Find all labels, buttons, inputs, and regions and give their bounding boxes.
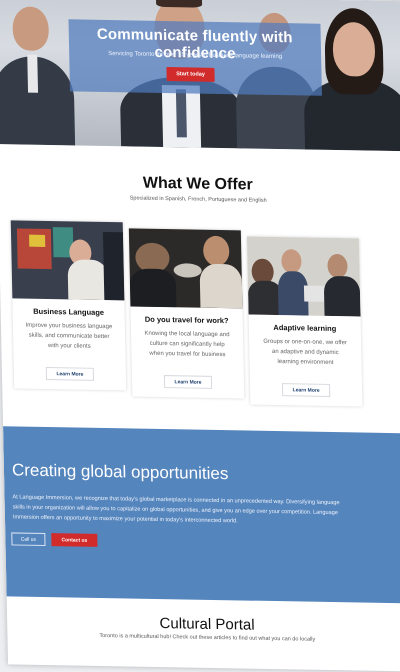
card-title: Business Language	[33, 306, 105, 317]
card-image-business	[10, 220, 125, 301]
card-title: Adaptive learning	[273, 322, 337, 334]
card-image-travel	[128, 228, 243, 309]
global-opportunities-section: Creating global opportunities At Languag…	[3, 426, 400, 604]
hero-person-left	[0, 0, 76, 146]
contact-us-button[interactable]: Contact us	[51, 533, 98, 547]
call-us-button[interactable]: Call us	[11, 532, 46, 547]
card-description: Knowing the local language and culture c…	[144, 330, 230, 359]
global-title: Creating global opportunities	[11, 460, 229, 484]
learn-more-button[interactable]: Learn More	[163, 375, 213, 389]
offer-card-adaptive: Adaptive learning Groups or one-on-one, …	[246, 236, 363, 407]
card-description: Improve your business language skills, a…	[25, 322, 113, 350]
landing-page: Communicate fluently with confidence Ser…	[0, 0, 400, 672]
learn-more-button[interactable]: Learn More	[45, 366, 95, 381]
learn-more-button[interactable]: Learn More	[281, 383, 331, 397]
card-title: Do you travel for work?	[144, 314, 229, 326]
card-description: Groups or one-on-one, we offer an adapti…	[263, 338, 347, 367]
hero-photo	[0, 0, 400, 152]
offer-card-business-language: Business Language Improve your business …	[10, 220, 127, 391]
card-image-adaptive	[246, 236, 361, 317]
start-today-button[interactable]: Start today	[166, 67, 215, 82]
offer-card-travel: Do you travel for work? Knowing the loca…	[128, 228, 245, 399]
global-text: At Language Immersion, we recognize that…	[12, 494, 340, 525]
hero-section: Communicate fluently with confidence Ser…	[0, 0, 400, 152]
